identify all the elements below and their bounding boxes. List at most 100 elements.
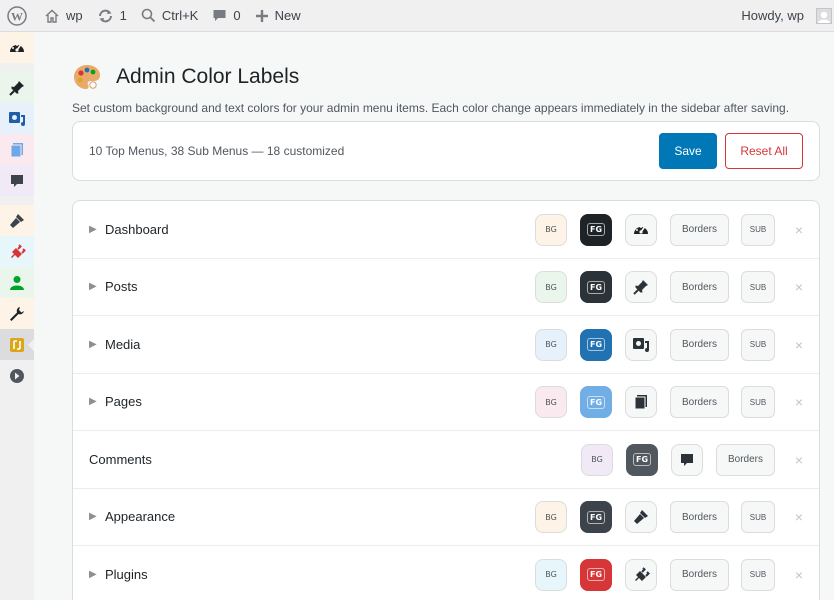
sidebar-item-dashboard[interactable] — [0, 32, 34, 63]
menu-row-plugins: ▶ Plugins BG FG Borders SUB × — [73, 546, 819, 600]
sub-button[interactable]: SUB — [741, 558, 775, 591]
plus-icon — [255, 9, 268, 22]
icon-picker[interactable] — [625, 558, 657, 591]
fg-color-swatch[interactable]: FG — [580, 213, 612, 246]
menu-row-comments: Comments BG FG Borders × — [73, 431, 819, 489]
fg-color-swatch[interactable]: FG — [626, 443, 658, 476]
fg-color-swatch[interactable]: FG — [580, 271, 612, 303]
sidebar-item-pages[interactable] — [0, 134, 34, 165]
expand-toggle[interactable]: ▶ — [89, 339, 105, 350]
row-controls: BG FG Borders SUB × — [535, 259, 819, 316]
collapse-icon — [10, 368, 24, 383]
fg-label: FG — [586, 280, 606, 294]
icon-picker[interactable] — [625, 501, 657, 533]
updates-count: 1 — [119, 8, 127, 23]
bg-color-swatch[interactable]: BG — [581, 443, 613, 476]
fg-color-swatch[interactable]: FG — [580, 501, 612, 533]
pin-icon — [9, 80, 24, 96]
expand-toggle[interactable]: ▶ — [89, 224, 105, 235]
fg-label: FG — [632, 453, 652, 466]
sidebar-item-posts[interactable] — [0, 72, 34, 103]
icon-picker[interactable] — [625, 386, 657, 418]
menu-list: ▶ Dashboard BG FG Borders SUB × ▶ Posts … — [72, 200, 820, 600]
clear-icon[interactable]: × — [793, 394, 805, 410]
borders-button[interactable]: Borders — [670, 558, 729, 591]
sidebar-item-comments[interactable] — [0, 165, 34, 196]
fg-color-swatch[interactable]: FG — [580, 386, 612, 418]
icon-picker[interactable] — [625, 213, 657, 246]
avatar — [816, 7, 832, 24]
media-icon — [9, 111, 25, 126]
fg-color-swatch[interactable]: FG — [580, 558, 612, 591]
bg-color-swatch[interactable]: BG — [535, 386, 567, 418]
summary-text: 10 Top Menus, 38 Sub Menus — 18 customiz… — [89, 144, 345, 158]
sidebar-item-plugins[interactable] — [0, 236, 34, 267]
sidebar-item-admin-color-labels[interactable] — [0, 329, 34, 360]
command-palette-link[interactable]: Ctrl+K — [134, 0, 205, 32]
bg-color-swatch[interactable]: BG — [535, 558, 567, 591]
my-account-link[interactable]: Howdy, wp — [734, 0, 834, 32]
clear-icon[interactable]: × — [793, 337, 805, 353]
clear-icon[interactable]: × — [793, 279, 805, 295]
fg-color-swatch[interactable]: FG — [580, 328, 612, 361]
updates-link[interactable]: 1 — [90, 0, 134, 32]
sub-button[interactable]: SUB — [741, 213, 775, 246]
site-name: wp — [66, 8, 83, 23]
fg-label: FG — [586, 568, 606, 581]
brush-icon — [10, 213, 24, 228]
borders-button[interactable]: Borders — [670, 271, 729, 303]
summary-card: 10 Top Menus, 38 Sub Menus — 18 customiz… — [72, 121, 820, 181]
page-description: Set custom background and text colors fo… — [72, 101, 790, 115]
row-controls: BG FG Borders SUB × — [535, 489, 819, 546]
fg-label: FG — [586, 510, 606, 524]
clear-icon[interactable]: × — [793, 509, 805, 525]
icon-picker[interactable] — [671, 443, 703, 476]
clear-icon[interactable]: × — [793, 452, 805, 468]
icon-picker[interactable] — [625, 271, 657, 303]
sub-button[interactable]: SUB — [741, 328, 775, 361]
wp-logo-icon[interactable]: W — [0, 0, 37, 32]
sub-button[interactable]: SUB — [741, 501, 775, 533]
bg-color-swatch[interactable]: BG — [535, 328, 567, 361]
borders-button[interactable]: Borders — [670, 213, 729, 246]
bg-color-swatch[interactable]: BG — [535, 271, 567, 303]
bg-color-swatch[interactable]: BG — [535, 501, 567, 533]
comments-link[interactable]: 0 — [205, 0, 247, 32]
row-controls: BG FG Borders SUB × — [535, 546, 819, 600]
icon-picker[interactable] — [625, 328, 657, 361]
menu-row-appearance: ▶ Appearance BG FG Borders SUB × — [73, 489, 819, 546]
bg-color-swatch[interactable]: BG — [535, 213, 567, 246]
pin-icon — [633, 280, 648, 295]
sidebar-item-media[interactable] — [0, 103, 34, 134]
new-content-link[interactable]: New — [248, 0, 308, 32]
expand-toggle[interactable]: ▶ — [89, 281, 105, 292]
pages-icon — [10, 142, 23, 157]
site-name-link[interactable]: wp — [37, 0, 90, 32]
clear-icon[interactable]: × — [793, 222, 805, 238]
row-controls: BG FG Borders × — [581, 431, 819, 488]
save-button[interactable]: Save — [659, 133, 717, 169]
sub-button[interactable]: SUB — [741, 271, 775, 303]
expand-toggle[interactable]: ▶ — [89, 511, 105, 522]
menu-label: Appearance — [105, 509, 176, 525]
borders-button[interactable]: Borders — [716, 443, 775, 476]
home-icon — [45, 9, 59, 23]
comments-count: 0 — [233, 8, 241, 23]
sidebar-item-appearance[interactable] — [0, 205, 34, 236]
expand-toggle[interactable]: ▶ — [89, 396, 105, 407]
borders-button[interactable]: Borders — [670, 386, 729, 418]
borders-button[interactable]: Borders — [670, 328, 729, 361]
sidebar-item-tools[interactable] — [0, 298, 34, 329]
expand-toggle[interactable]: ▶ — [89, 569, 105, 580]
sidebar-item-users[interactable] — [0, 267, 34, 298]
dashboard-icon — [10, 43, 24, 52]
reset-all-button[interactable]: Reset All — [725, 133, 803, 169]
sub-button[interactable]: SUB — [741, 386, 775, 418]
search-shortcut: Ctrl+K — [161, 8, 199, 23]
comment-icon — [11, 174, 23, 187]
clear-icon[interactable]: × — [793, 567, 805, 583]
plugin-icon — [11, 243, 26, 258]
sidebar-collapse-button[interactable] — [0, 360, 34, 391]
borders-button[interactable]: Borders — [670, 501, 729, 533]
fg-label: FG — [586, 338, 606, 351]
